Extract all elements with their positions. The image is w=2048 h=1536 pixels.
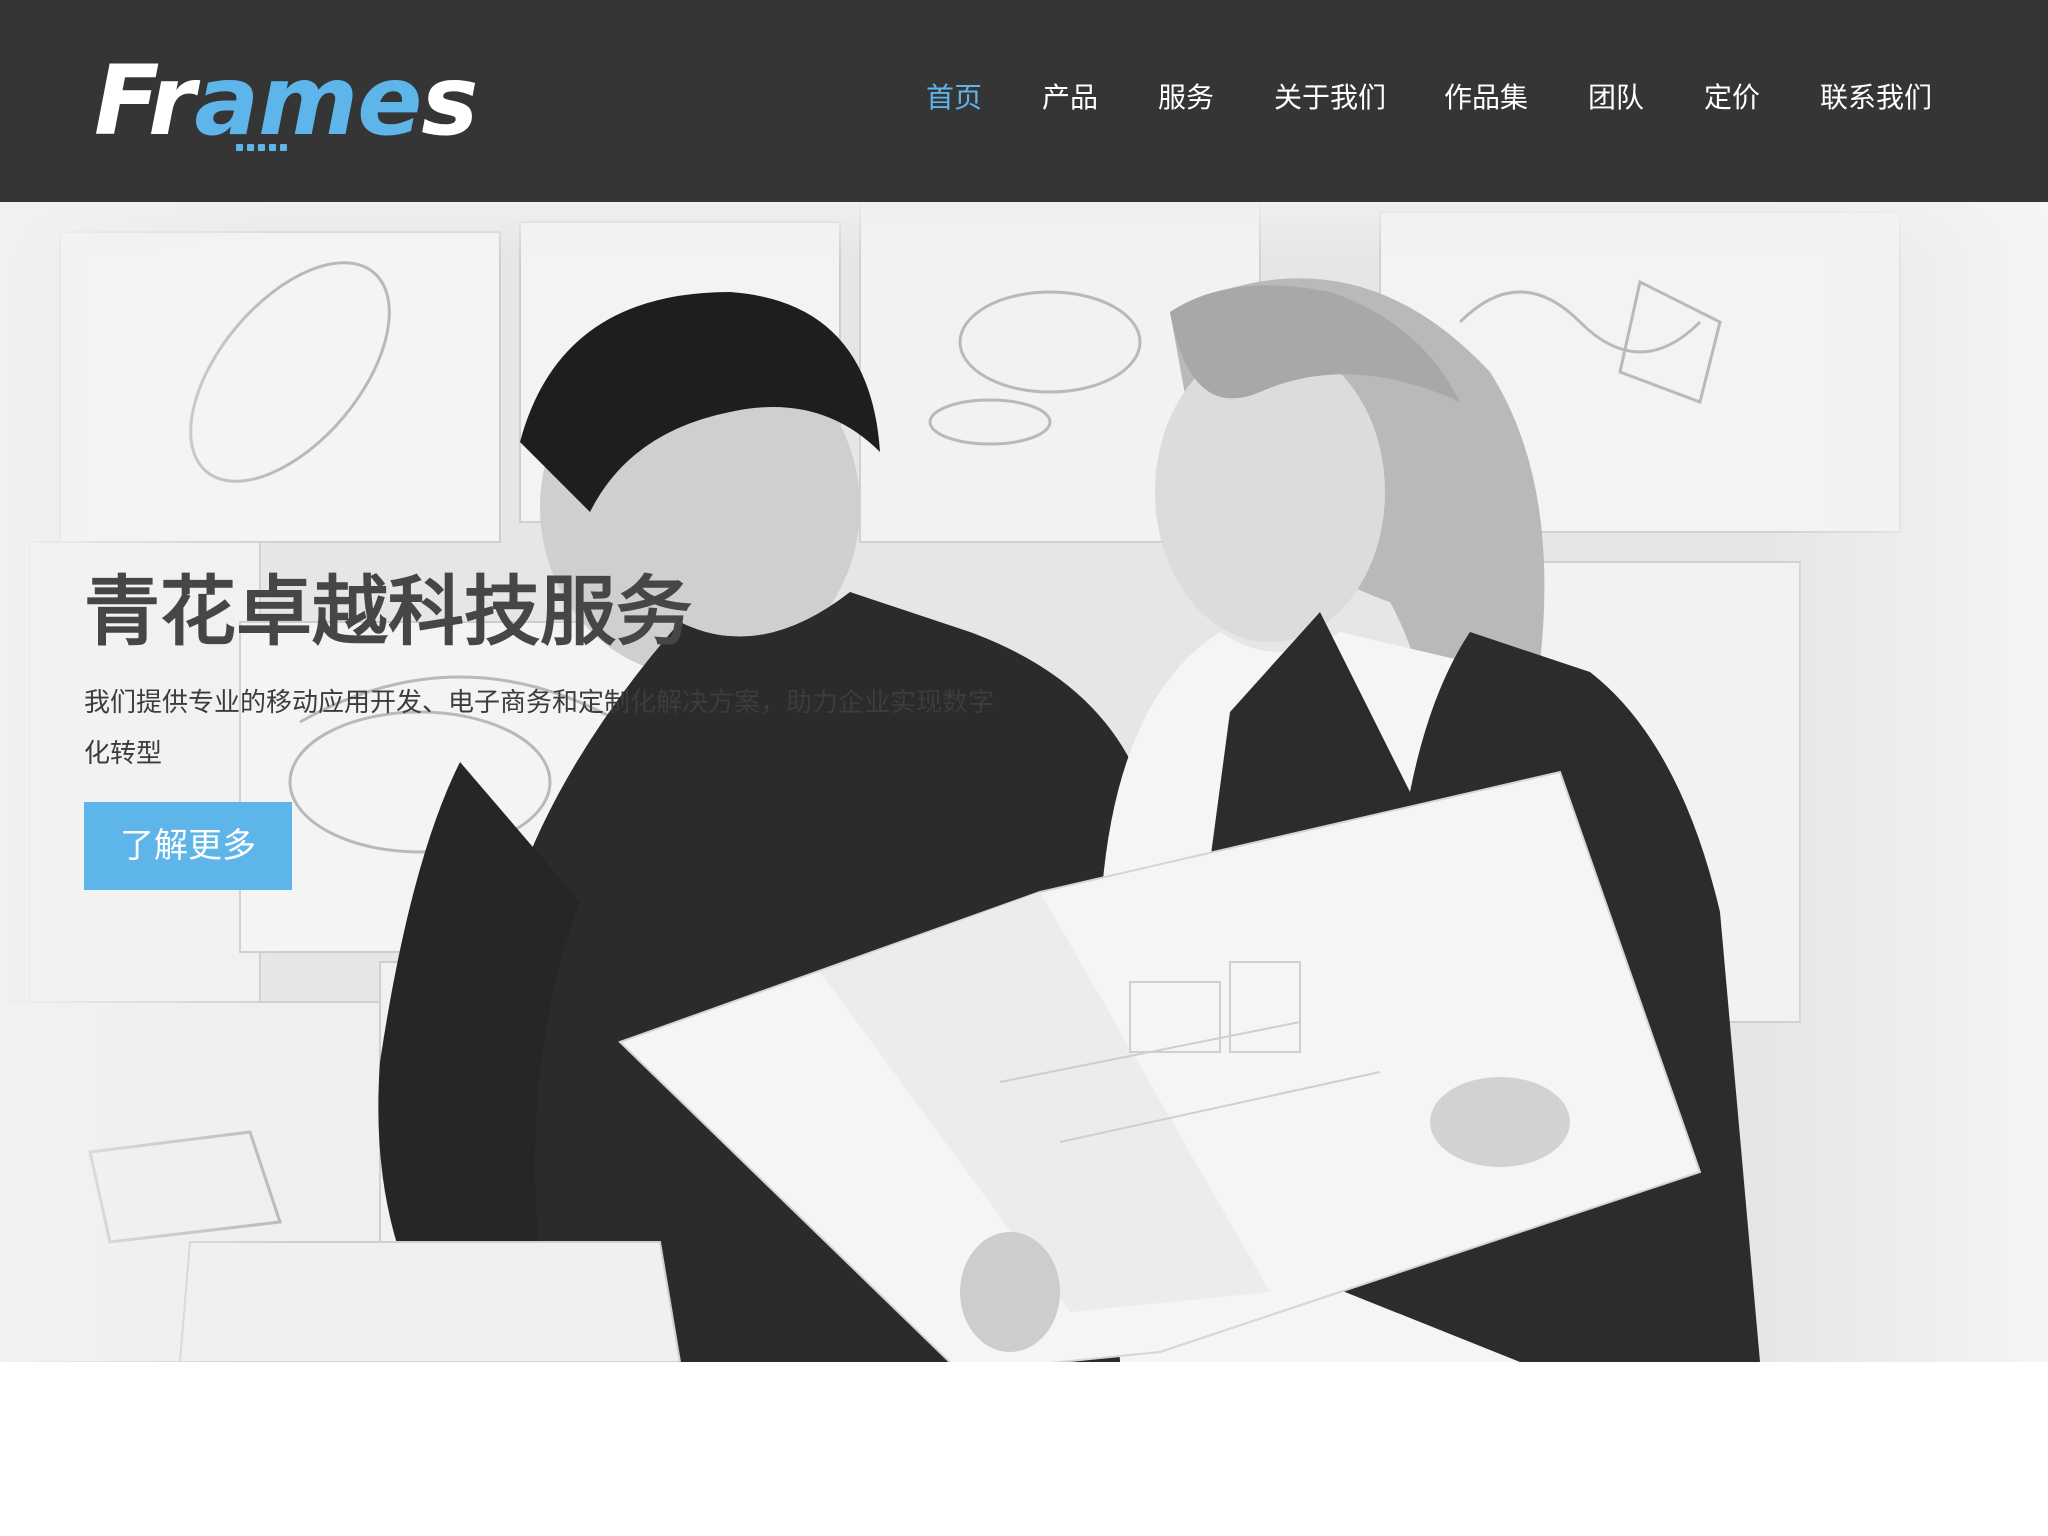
hero-background-photo — [0, 202, 2048, 1362]
nav-item-pricing[interactable]: 定价 — [1704, 74, 1760, 122]
nav-item-about[interactable]: 关于我们 — [1274, 74, 1386, 122]
nav-item-team[interactable]: 团队 — [1588, 74, 1644, 122]
learn-more-button[interactable]: 了解更多 — [84, 802, 292, 890]
site-header: Frames 首页 产品 服务 关于我们 作品集 团队 定价 联系我们 — [0, 0, 2048, 202]
nav-item-portfolio[interactable]: 作品集 — [1444, 74, 1528, 122]
main-nav: 首页 产品 服务 关于我们 作品集 团队 定价 联系我们 — [898, 0, 2048, 202]
hero-section: 青花卓越科技服务 我们提供专业的移动应用开发、电子商务和定制化解决方案，助力企业… — [0, 202, 2048, 1362]
nav-item-home[interactable]: 首页 — [926, 74, 982, 122]
nav-item-services[interactable]: 服务 — [1158, 74, 1214, 122]
hero-title: 青花卓越科技服务 — [84, 567, 692, 656]
page-below-hero — [0, 1362, 2048, 1536]
logo-wordmark: Frames — [94, 45, 478, 157]
hero-description: 我们提供专业的移动应用开发、电子商务和定制化解决方案，助力企业实现数字化转型 — [84, 688, 995, 769]
nav-item-products[interactable]: 产品 — [1042, 74, 1098, 122]
logo-dots-decoration — [236, 144, 296, 152]
nav-item-contact[interactable]: 联系我们 — [1820, 74, 1932, 122]
frames-logo[interactable]: Frames — [94, 46, 478, 166]
